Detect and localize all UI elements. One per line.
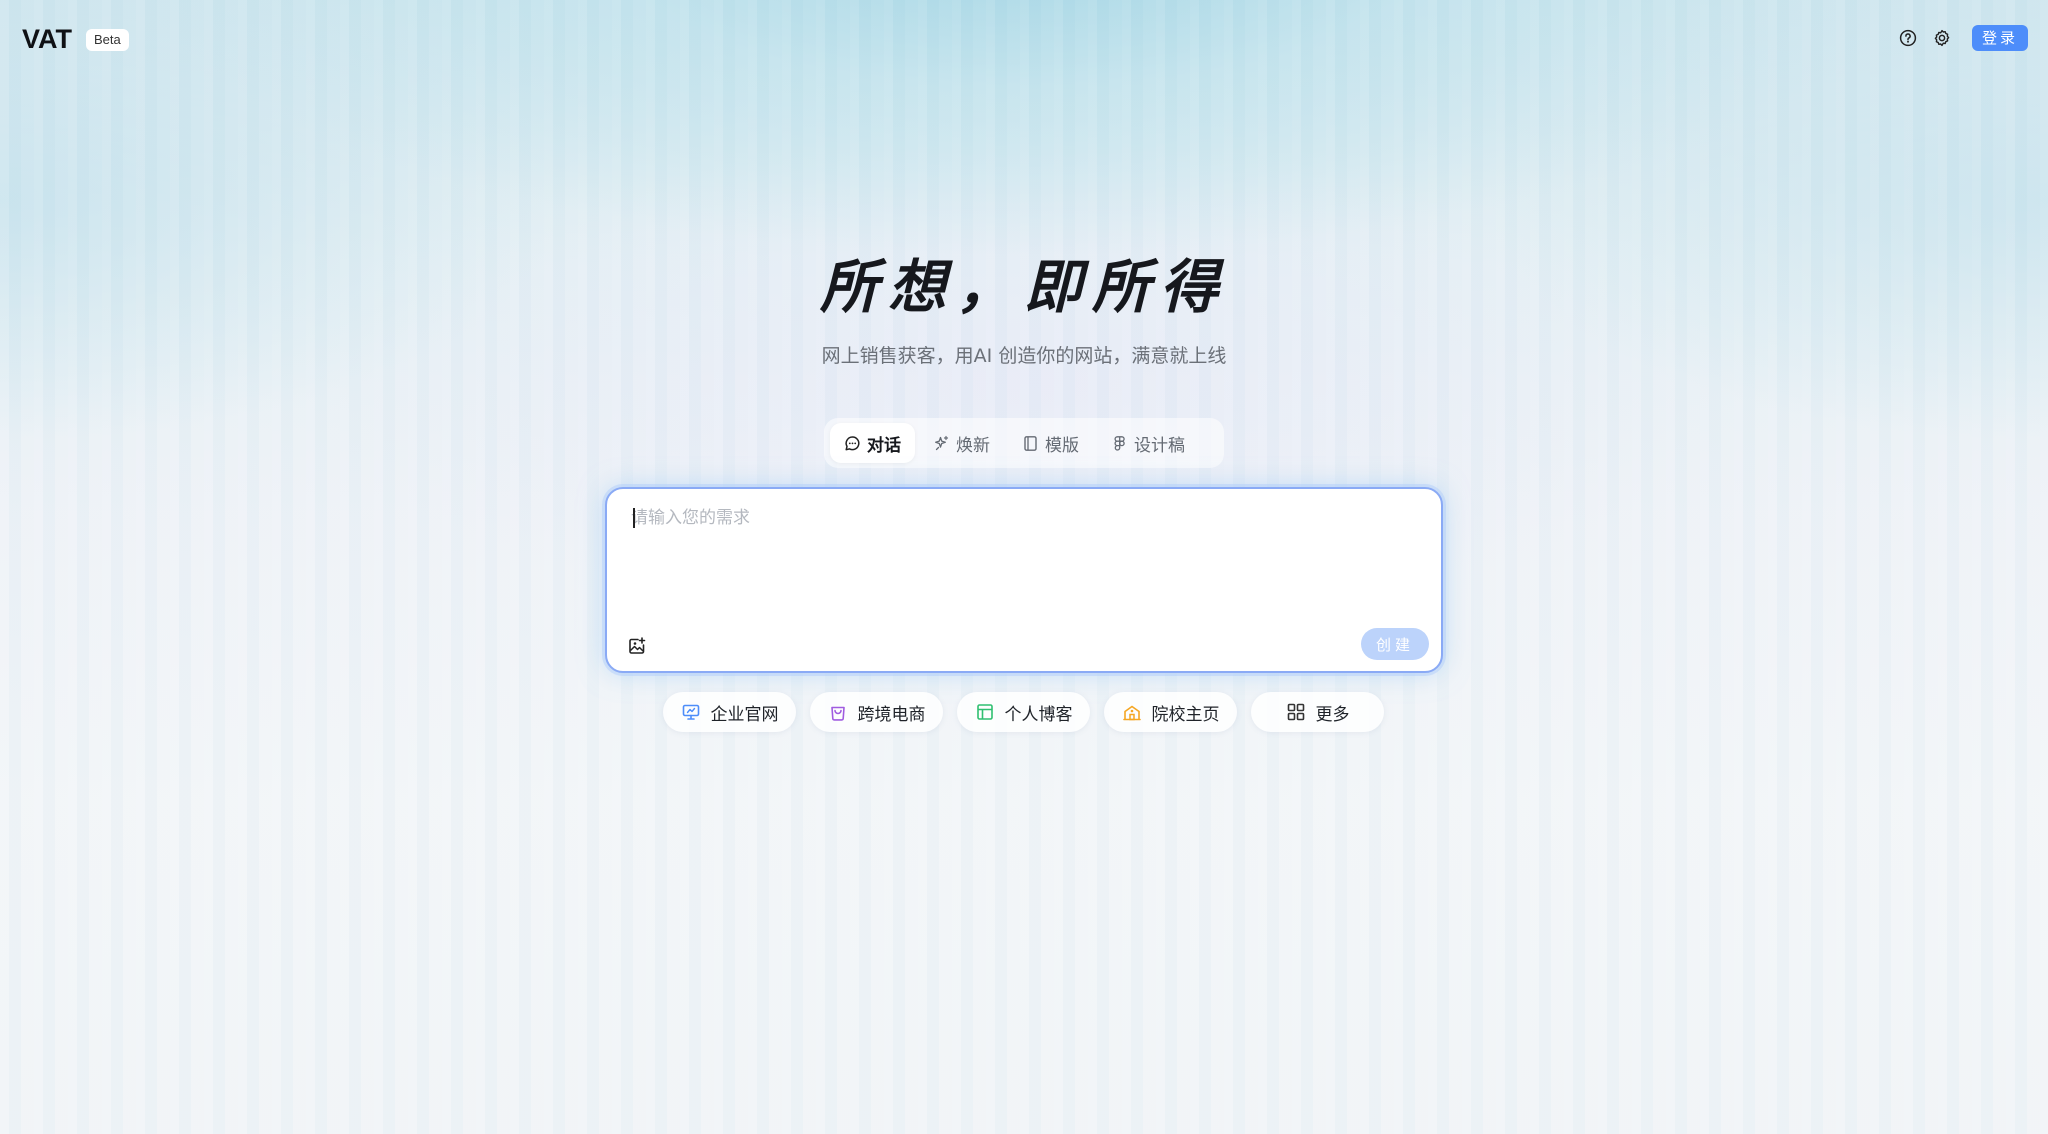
- tab-design[interactable]: 设计稿: [1097, 423, 1199, 463]
- shopping-bag-icon: [830, 706, 845, 721]
- quick-chips: 企业官网 跨境电商 个人博客 院校主页 更多: [663, 692, 1384, 732]
- text-caret: [633, 508, 635, 528]
- image-upload-icon[interactable]: [627, 636, 647, 656]
- sparkle-icon: [935, 435, 949, 450]
- prompt-box: 创建: [605, 487, 1443, 673]
- template-icon: [1024, 435, 1037, 451]
- grid-icon: [1287, 703, 1304, 721]
- chip-personal-blog[interactable]: 个人博客: [957, 692, 1090, 732]
- gear-icon[interactable]: [1930, 26, 1954, 50]
- chip-label: 企业官网: [710, 704, 779, 725]
- header-actions: 登录: [1896, 25, 2028, 51]
- mode-tabs: 对话 焕新 模版 设计稿: [824, 418, 1224, 468]
- tab-label: 对话: [867, 435, 901, 456]
- tab-label: 设计稿: [1134, 435, 1185, 456]
- chip-school-homepage[interactable]: 院校主页: [1104, 692, 1237, 732]
- tab-label: 模版: [1045, 435, 1079, 456]
- tab-label: 焕新: [956, 435, 990, 456]
- monitor-icon: [682, 704, 699, 720]
- beta-badge: Beta: [86, 28, 129, 51]
- school-icon: [1122, 705, 1141, 721]
- prompt-input[interactable]: [631, 505, 1421, 615]
- chip-label: 院校主页: [1151, 704, 1220, 725]
- tab-refresh[interactable]: 焕新: [919, 423, 1004, 463]
- hero-title: 所想，即所得: [819, 253, 1228, 321]
- tab-chat[interactable]: 对话: [830, 423, 915, 463]
- chip-more[interactable]: 更多: [1251, 692, 1384, 732]
- login-button[interactable]: 登录: [1971, 25, 2028, 51]
- logo[interactable]: VAT Beta: [22, 24, 129, 55]
- chip-label: 个人博客: [1004, 704, 1073, 725]
- chip-corporate-site[interactable]: 企业官网: [663, 692, 796, 732]
- chip-label: 跨境电商: [857, 704, 926, 725]
- chip-label: 更多: [1315, 704, 1350, 725]
- create-button[interactable]: 创建: [1361, 628, 1429, 660]
- hero-subtitle: 网上销售获客，用AI 创造你的网站，满意就上线: [821, 345, 1227, 367]
- layout-icon: [976, 704, 993, 720]
- chip-cross-border-ecommerce[interactable]: 跨境电商: [810, 692, 943, 732]
- help-icon[interactable]: [1896, 26, 1920, 50]
- figma-icon: [1114, 435, 1125, 451]
- logo-text: VAT: [22, 24, 72, 54]
- chat-bubble-icon: [845, 435, 860, 450]
- tab-template[interactable]: 模版: [1008, 423, 1093, 463]
